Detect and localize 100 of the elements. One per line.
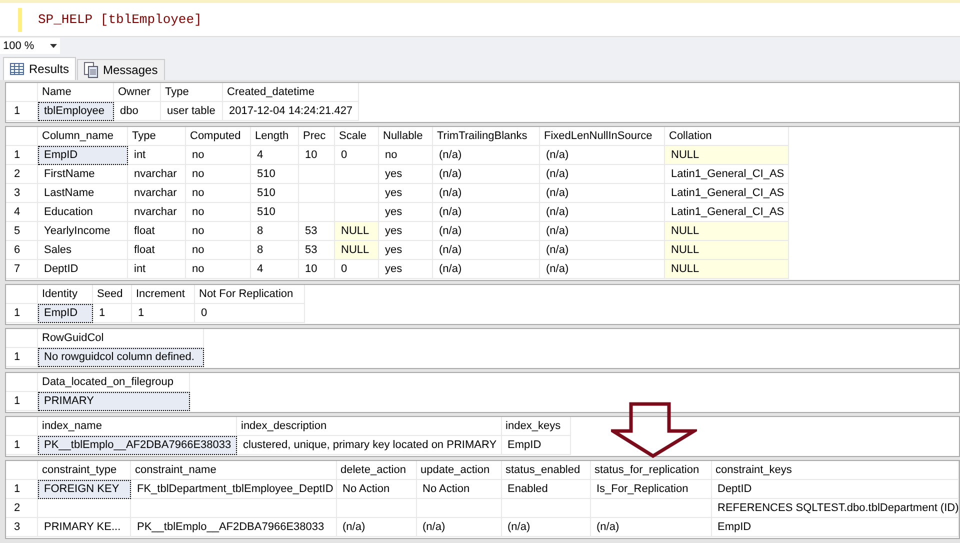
table-cell: 510 <box>251 184 299 203</box>
column-header: Type <box>161 83 223 102</box>
table-cell: EmpID <box>712 518 959 537</box>
column-header: Collation <box>665 127 790 146</box>
table-cell: (n/a) <box>540 222 665 241</box>
table-cell: No rowguidcol column defined. <box>38 348 204 367</box>
table-cell: 4 <box>251 260 299 279</box>
table-cell: no <box>186 184 251 203</box>
table-cell: PK__tblEmplo__AF2DBA7966E38033 <box>38 436 237 455</box>
table-cell: 1 <box>132 304 195 323</box>
table-cell: no <box>379 146 433 165</box>
table-cell: EmpID <box>502 436 571 455</box>
column-header: Increment <box>132 285 195 304</box>
table-cell: EmpID <box>38 146 128 165</box>
table-cell: 8 <box>251 241 299 260</box>
table-cell: (n/a) <box>433 184 540 203</box>
table-cell: no <box>186 146 251 165</box>
column-header: TrimTrailingBlanks <box>433 127 540 146</box>
table-cell: 10 <box>299 260 335 279</box>
table-cell: 0 <box>195 304 305 323</box>
table-cell: yes <box>379 203 433 222</box>
row-number: 3 <box>6 184 38 203</box>
column-header: constraint_name <box>131 461 336 480</box>
column-header: delete_action <box>336 461 416 480</box>
column-header: Data_located_on_filegroup <box>38 373 190 392</box>
result-tab[interactable]: Messages <box>77 59 165 80</box>
table-cell: dbo <box>114 102 161 121</box>
table-cell: yes <box>379 241 433 260</box>
table-cell: NULL <box>665 241 790 260</box>
table-cell: DeptID <box>712 480 959 499</box>
column-header: Scale <box>335 127 379 146</box>
table-cell: 510 <box>251 165 299 184</box>
row-number: 1 <box>6 480 38 499</box>
table-cell: 510 <box>251 203 299 222</box>
table-cell: 4 <box>251 146 299 165</box>
table-cell: (n/a) <box>336 518 416 537</box>
column-header: Length <box>251 127 299 146</box>
table-cell: no <box>186 241 251 260</box>
table-cell: (n/a) <box>540 165 665 184</box>
column-header: constraint_keys <box>712 461 959 480</box>
table-cell: 2017-12-04 14:24:21.427 <box>223 102 359 121</box>
table-cell: Enabled <box>502 480 590 499</box>
table-cell: Latin1_General_CI_AS <box>665 165 790 184</box>
table-cell: 53 <box>299 222 335 241</box>
column-header: Created_datetime <box>223 83 359 102</box>
column-header: Name <box>38 83 114 102</box>
table-cell: NULL <box>665 222 790 241</box>
table-cell: (n/a) <box>433 260 540 279</box>
zoom-dropdown[interactable]: 100 % <box>0 38 60 54</box>
table-cell: NULL <box>665 260 790 279</box>
column-header: status_enabled <box>502 461 590 480</box>
table-cell: yes <box>379 260 433 279</box>
column-header: Identity <box>38 285 93 304</box>
result-tab[interactable]: Results <box>3 57 76 80</box>
table-cell: FOREIGN KEY <box>38 480 131 499</box>
column-header: Type <box>128 127 186 146</box>
table-cell: NULL <box>335 241 379 260</box>
table-cell: 10 <box>299 146 335 165</box>
document-icon <box>84 62 98 78</box>
table-cell: Latin1_General_CI_AS <box>665 203 790 222</box>
column-header: update_action <box>416 461 502 480</box>
table-cell: nvarchar <box>128 203 186 222</box>
table-cell: 0 <box>335 260 379 279</box>
table-cell: nvarchar <box>128 184 186 203</box>
table-cell: no <box>186 260 251 279</box>
table-cell: (n/a) <box>590 518 712 537</box>
table-cell: int <box>128 146 186 165</box>
table-cell: float <box>128 222 186 241</box>
table-cell: 8 <box>251 222 299 241</box>
table-cell: Is_For_Replication <box>590 480 712 499</box>
row-number: 2 <box>6 499 38 518</box>
table-cell: int <box>128 260 186 279</box>
row-number: 1 <box>6 436 38 455</box>
table-cell: no <box>186 222 251 241</box>
row-number: 3 <box>6 518 38 537</box>
table-cell: tblEmployee <box>38 102 114 121</box>
column-header: status_for_replication <box>590 461 712 480</box>
table-cell: clustered, unique, primary key located on PRIMARY <box>237 436 502 455</box>
table-cell: (n/a) <box>540 184 665 203</box>
table-cell: REFERENCES SQLTEST.dbo.tblDepartment (ID) <box>712 499 959 518</box>
table-cell: (n/a) <box>502 518 590 537</box>
column-header: FixedLenNullInSource <box>540 127 665 146</box>
column-header: constraint_type <box>38 461 131 480</box>
table-cell: (n/a) <box>433 203 540 222</box>
row-number: 1 <box>6 392 38 411</box>
table-cell: (n/a) <box>433 222 540 241</box>
table-cell: FirstName <box>38 165 128 184</box>
table-cell: user table <box>161 102 223 121</box>
table-cell: float <box>128 241 186 260</box>
table-cell: 1 <box>93 304 132 323</box>
table-cell: (n/a) <box>433 146 540 165</box>
table-cell: (n/a) <box>540 203 665 222</box>
table-cell: No Action <box>336 480 416 499</box>
column-header: Not For Replication <box>195 285 305 304</box>
row-number: 1 <box>6 304 38 323</box>
table-cell: (n/a) <box>433 241 540 260</box>
table-cell: nvarchar <box>128 165 186 184</box>
column-header: index_name <box>38 417 237 436</box>
table-cell: (n/a) <box>540 146 665 165</box>
table-cell: Latin1_General_CI_AS <box>665 184 790 203</box>
